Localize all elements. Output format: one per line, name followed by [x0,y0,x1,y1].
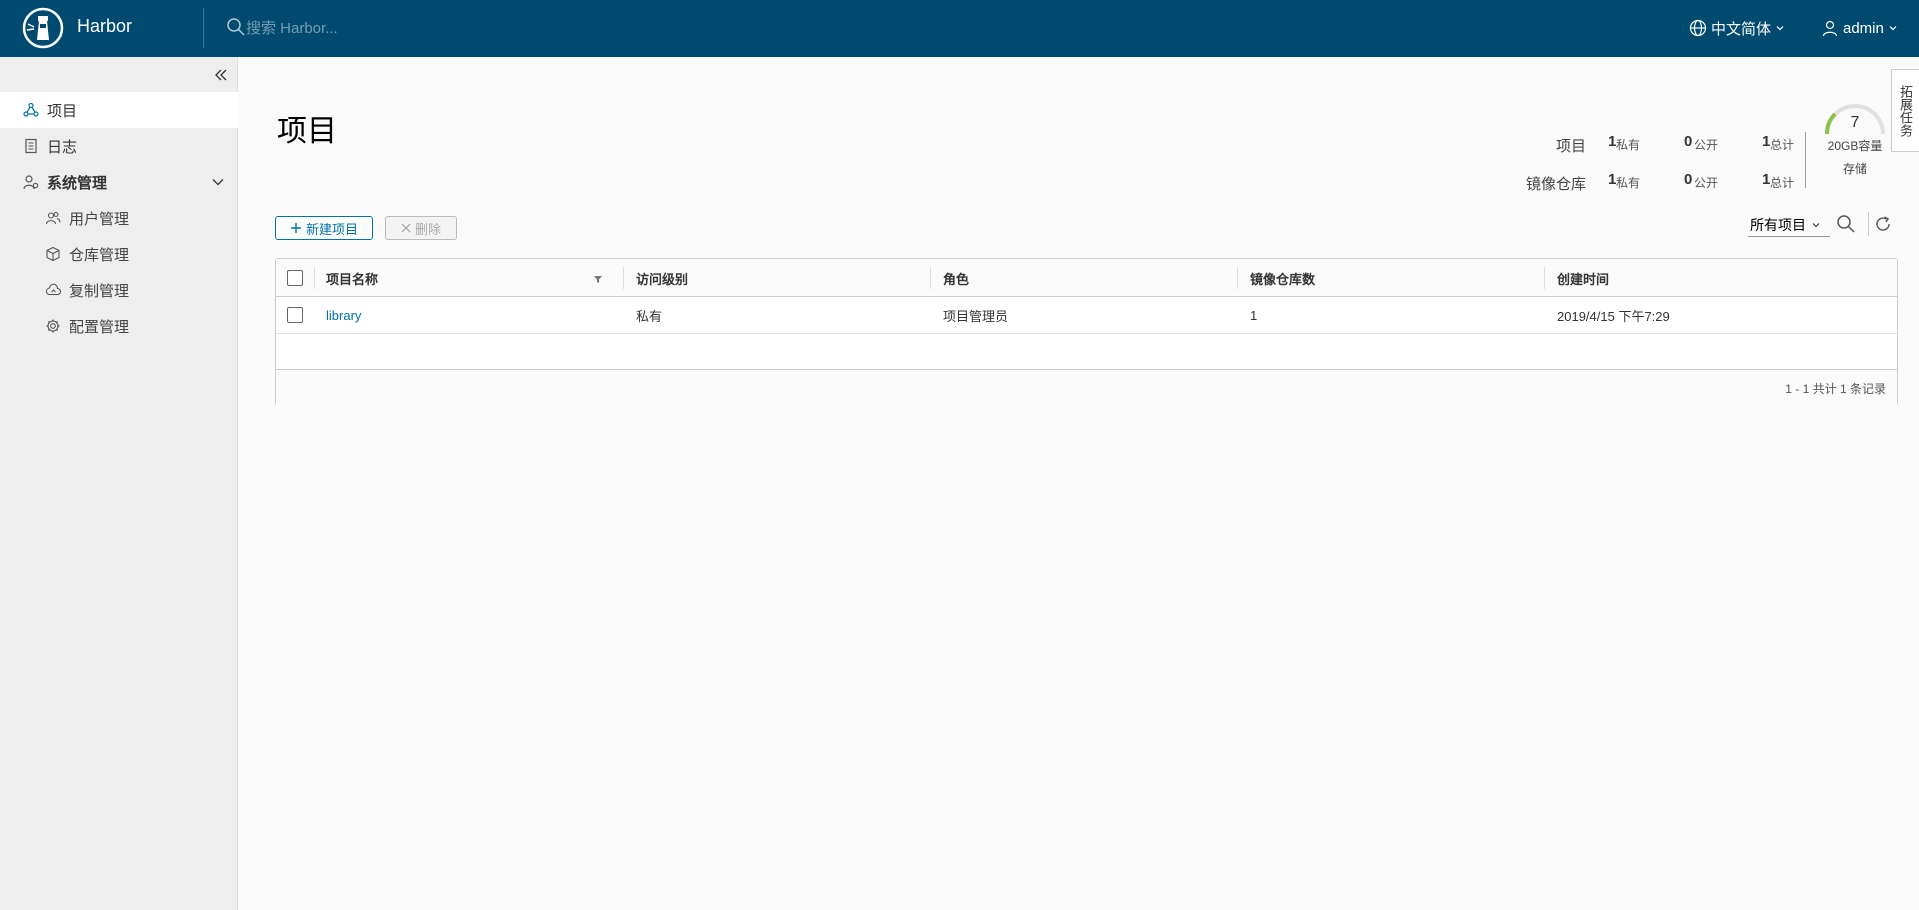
replication-icon [45,283,61,296]
summary-repos-public-label: 公开 [1694,176,1719,190]
user-icon [1822,20,1838,37]
chevron-down-icon [1889,26,1897,31]
sidebar-item-registries[interactable]: 仓库管理 [0,236,238,272]
chevron-down-icon [1776,26,1784,31]
summary-projects-public-count: 0 [1684,133,1693,150]
sidebar-item-logs[interactable]: 日志 [0,128,238,164]
log-icon [25,138,37,154]
sidebar-item-users[interactable]: 用户管理 [0,200,238,236]
summary-repos-private-label: 私有 [1616,176,1641,190]
harbor-logo[interactable] [22,7,64,49]
sidebar-item-label: 用户管理 [69,210,130,228]
sidebar-item-projects[interactable]: 项目 [0,92,238,128]
sidebar-item-label: 复制管理 [69,282,130,300]
summary-projects-private-label: 私有 [1616,138,1641,152]
filter-icon[interactable] [593,274,603,284]
project-filter-select[interactable]: 所有项目 [1748,213,1830,237]
username: admin [1843,19,1884,37]
project-name-link[interactable]: library [326,297,361,334]
new-project-button[interactable]: 新建项目 [275,216,373,240]
system-admin-icon [23,175,39,190]
column-separator [1237,267,1238,289]
header-divider [203,8,204,48]
search-icon [227,18,245,36]
column-header-access[interactable]: 访问级别 [636,259,688,297]
project-access: 私有 [636,309,663,324]
summary-repos-label: 镜像仓库 [1525,176,1586,193]
delete-label: 删除 [414,221,441,237]
project-created: 2019/4/15 下午7:29 [1557,309,1670,324]
delete-button[interactable]: 删除 [385,216,457,240]
column-separator [623,267,624,289]
column-separator [1544,267,1545,289]
language-selector[interactable]: 中文简体 [1689,16,1785,40]
page-title: 项目 [277,115,337,148]
global-search-input[interactable] [246,15,546,41]
sidebar-item-system-admin[interactable]: 系统管理 [0,164,238,200]
column-header-name[interactable]: 项目名称 [326,259,378,297]
collapse-sidebar-icon[interactable] [212,66,230,84]
projects-icon [23,102,39,117]
column-header-role[interactable]: 角色 [943,259,969,297]
table-header: 项目名称 访问级别 角色 镜像仓库数 创建时间 [276,259,1897,297]
summary-repos-total-label: 总计 [1770,176,1795,190]
chevron-down-icon [1812,222,1820,227]
storage-value: 7 [1850,114,1860,131]
summary-projects-total-label: 总计 [1770,138,1795,152]
plus-icon [290,223,301,233]
globe-icon [1689,19,1707,37]
chevron-down-icon[interactable] [210,174,226,190]
project-role: 项目管理员 [943,309,1009,324]
top-header: Harbor 中文简体 admin [0,0,1919,57]
summary-projects-public-label: 公开 [1694,138,1719,152]
close-icon [401,223,411,233]
project-repo-count: 1 [1250,308,1258,323]
users-icon [45,211,61,225]
search-icon[interactable] [1836,214,1856,234]
filter-selected-label: 所有项目 [1750,216,1806,233]
registry-icon [46,246,60,262]
select-all-checkbox[interactable] [287,270,303,286]
storage-capacity: 20GB容量 [1827,139,1883,153]
language-label: 中文简体 [1711,20,1772,38]
column-separator [314,267,315,289]
column-separator [930,267,931,289]
summary-projects-label: 项目 [1555,138,1586,155]
toolbar-separator [1868,212,1869,236]
summary-divider [1805,132,1806,188]
refresh-icon[interactable] [1873,214,1893,234]
table-row[interactable]: library 私有 项目管理员 1 2019/4/15 下午7:29 [276,297,1897,334]
new-project-label: 新建项目 [305,221,358,237]
sidebar-item-label: 仓库管理 [69,246,130,264]
sidebar-item-config[interactable]: 配置管理 [0,308,238,344]
summary-repos-public-count: 0 [1684,171,1693,188]
storage-label: 存储 [1842,162,1867,176]
column-header-created[interactable]: 创建时间 [1557,259,1609,297]
brand-name[interactable]: Harbor [77,16,132,37]
projects-table: 项目名称 访问级别 角色 镜像仓库数 创建时间 library 私有 项目管理员… [275,258,1898,406]
row-checkbox[interactable] [287,307,303,323]
config-icon [46,319,60,333]
sidebar-item-replication[interactable]: 复制管理 [0,272,238,308]
sidebar-item-label: 日志 [47,138,78,156]
table-footer: 1 - 1 共计 1 条记录 [276,369,1897,406]
sidebar-item-label: 系统管理 [47,174,108,192]
user-menu[interactable]: admin [1821,16,1898,40]
sidebar: 项目 日志 系统管理 用户管理 仓库管理 复制管理 配置管理 [0,57,238,910]
pagination-summary: 1 - 1 共计 1 条记录 [1785,382,1886,396]
sidebar-item-label: 项目 [47,102,78,120]
sidebar-item-label: 配置管理 [69,318,130,336]
column-header-repo-count[interactable]: 镜像仓库数 [1250,259,1315,297]
